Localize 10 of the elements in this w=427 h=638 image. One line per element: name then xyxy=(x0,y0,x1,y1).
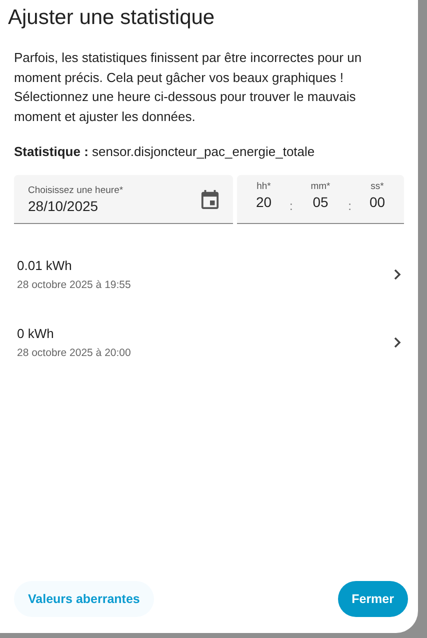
chevron-right-icon xyxy=(394,268,401,280)
chevron-right-icon xyxy=(394,336,401,348)
description: Parfois, les statistiques finissent par être incorrectes pour un moment précis. Cela peut gâcher vos beaux graphiques ! Sélectionnez une heure ci-dessous pour trouver le mauvais moment et ajuster les données. xyxy=(14,49,363,126)
statistic-line: Statistique : sensor.disjoncteur_pac_energie_totale xyxy=(14,144,316,159)
time-field[interactable]: hh* 20 : mm* 05 : ss* 00 xyxy=(237,175,404,224)
statistic-entry[interactable]: 0 kWh 28 octobre 2025 à 20:00 xyxy=(14,308,404,376)
calendar-icon[interactable] xyxy=(201,190,219,208)
dialog-title: Ajuster une statistique xyxy=(7,5,216,30)
statistic-entry[interactable]: 0.01 kWh 28 octobre 2025 à 19:55 xyxy=(14,240,404,308)
date-field[interactable]: Choisissez une heure* 28/10/2025 xyxy=(14,175,233,224)
